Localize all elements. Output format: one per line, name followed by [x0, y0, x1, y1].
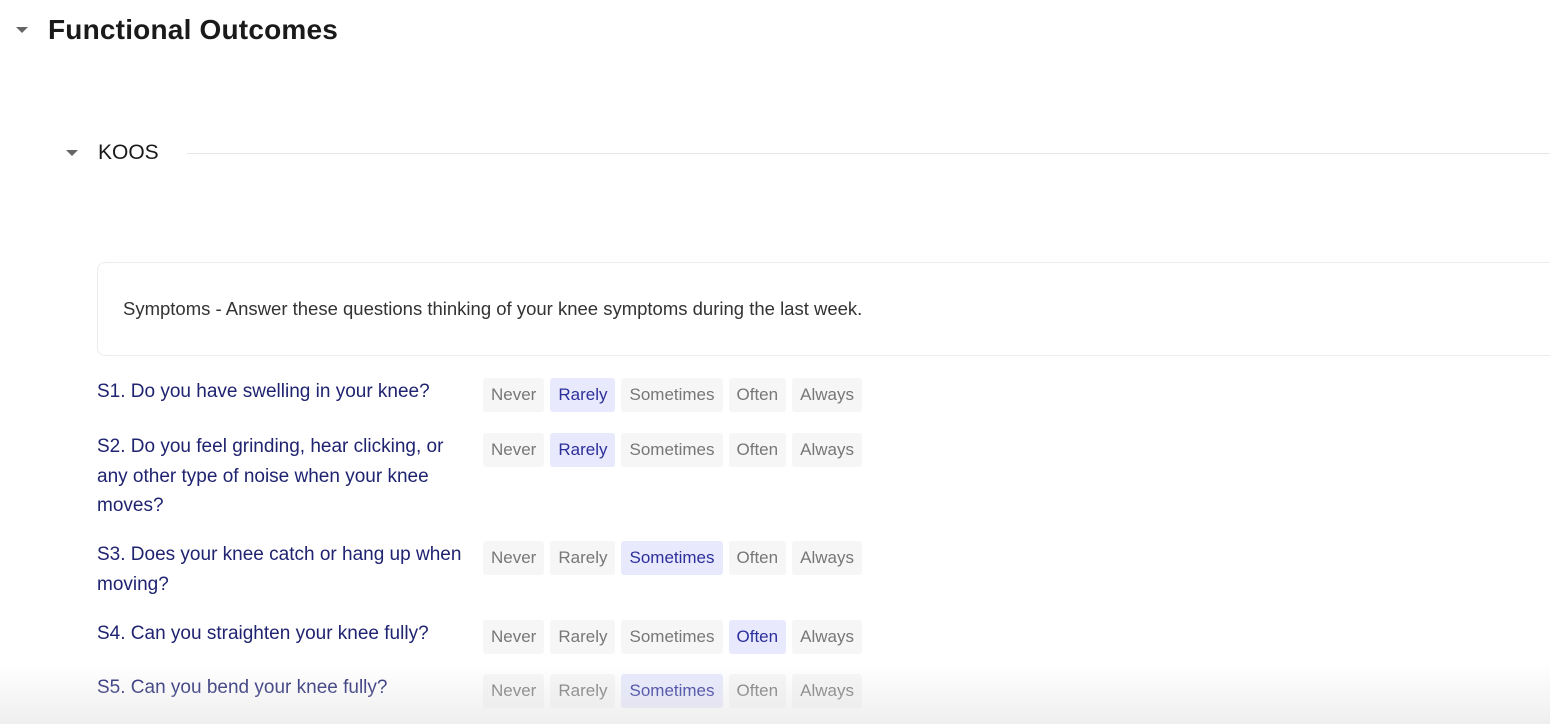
- option-never[interactable]: Never: [483, 541, 545, 575]
- option-always[interactable]: Always: [792, 378, 862, 412]
- divider: [186, 152, 1550, 154]
- option-rarely[interactable]: Rarely: [550, 541, 616, 575]
- collapse-caret-icon[interactable]: [16, 27, 28, 33]
- question-text: S1. Do you have swelling in your knee?: [97, 381, 430, 402]
- option-always[interactable]: Always: [792, 674, 862, 708]
- instructions-box: Symptoms - Answer these questions thinki…: [97, 262, 1550, 356]
- section-title: Functional Outcomes: [48, 14, 339, 45]
- subsection-title: KOOS: [98, 141, 159, 164]
- subsection-header: KOOS: [66, 141, 1550, 165]
- option-always[interactable]: Always: [792, 541, 862, 575]
- option-rarely[interactable]: Rarely: [550, 674, 616, 708]
- answer-options: Never Rarely Sometimes Often Always: [483, 674, 862, 708]
- option-rarely[interactable]: Rarely: [550, 378, 616, 412]
- page: Functional Outcomes KOOS Symptoms - Answ…: [0, 0, 1550, 724]
- option-rarely[interactable]: Rarely: [550, 433, 616, 467]
- question-text: S4. Can you straighten your knee fully?: [97, 623, 429, 644]
- section-header: Functional Outcomes: [16, 14, 338, 46]
- option-never[interactable]: Never: [483, 674, 545, 708]
- question-text: S3. Does your knee catch or hang up when…: [97, 544, 462, 595]
- option-often[interactable]: Often: [728, 541, 787, 575]
- instructions-text: Symptoms - Answer these questions thinki…: [123, 298, 863, 319]
- answer-options: Never Rarely Sometimes Often Always: [483, 433, 862, 467]
- option-rarely[interactable]: Rarely: [550, 620, 616, 654]
- answer-options: Never Rarely Sometimes Often Always: [483, 378, 862, 412]
- option-sometimes[interactable]: Sometimes: [621, 378, 723, 412]
- option-sometimes[interactable]: Sometimes: [621, 620, 723, 654]
- question-text: S2. Do you feel grinding, hear clicking,…: [97, 436, 444, 516]
- option-sometimes[interactable]: Sometimes: [621, 433, 723, 467]
- option-never[interactable]: Never: [483, 378, 545, 412]
- answer-options: Never Rarely Sometimes Often Always: [483, 541, 862, 575]
- option-often[interactable]: Often: [728, 433, 787, 467]
- option-never[interactable]: Never: [483, 620, 545, 654]
- option-sometimes[interactable]: Sometimes: [621, 674, 723, 708]
- option-often[interactable]: Often: [728, 674, 787, 708]
- option-often[interactable]: Often: [728, 378, 787, 412]
- option-never[interactable]: Never: [483, 433, 545, 467]
- collapse-caret-icon[interactable]: [66, 150, 78, 156]
- option-always[interactable]: Always: [792, 620, 862, 654]
- option-often[interactable]: Often: [728, 620, 787, 654]
- option-sometimes[interactable]: Sometimes: [621, 541, 723, 575]
- answer-options: Never Rarely Sometimes Often Always: [483, 620, 862, 654]
- option-always[interactable]: Always: [792, 433, 862, 467]
- question-text: S5. Can you bend your knee fully?: [97, 677, 388, 698]
